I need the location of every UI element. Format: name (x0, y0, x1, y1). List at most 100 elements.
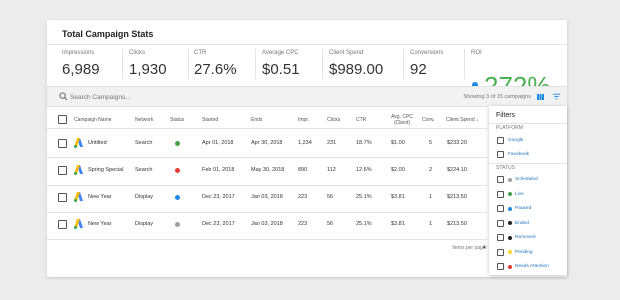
stat-divider (403, 49, 404, 79)
filter-checkbox[interactable] (497, 151, 504, 158)
col-header-campaign-name[interactable]: Campaign Name (74, 117, 112, 123)
row-checkbox[interactable] (58, 220, 67, 229)
status-dot (508, 206, 512, 211)
avg-cpc: $3.81 (391, 194, 405, 200)
filter-checkbox[interactable] (497, 248, 504, 256)
table-row[interactable]: New Year Display Dec 23, 2017 Jan 03, 20… (47, 211, 487, 238)
filter-label: Paused (515, 206, 532, 211)
col-header-conversions[interactable]: Conv. (422, 117, 435, 123)
stat-value: 92 (410, 61, 427, 78)
platform-section-label: PLATFORM (496, 125, 523, 131)
filter-label: Google (508, 138, 524, 143)
clicks: 112 (327, 167, 336, 173)
col-header-started[interactable]: Started (202, 117, 218, 123)
table-toolbar: Showing 3 of 15 campaigns (47, 86, 567, 107)
col-header-client-spend[interactable]: Client Spend ↓ (446, 117, 479, 123)
col-header-clicks[interactable]: Clicks (327, 117, 340, 123)
impressions: 1,234 (298, 140, 312, 146)
roi-label: ROI (471, 50, 482, 56)
conversions: 2 (429, 167, 433, 173)
items-per-page-label: Items per page: (452, 245, 487, 251)
end-date: May 30, 2018 (251, 167, 285, 173)
col-header-network[interactable]: Network (135, 117, 153, 123)
stat-impressions: Impressions 6,989 (62, 50, 100, 78)
showing-count: Showing 3 of 15 campaigns (463, 94, 531, 100)
ctr: 25.1% (356, 221, 372, 227)
ctr: 12.6% (356, 167, 372, 173)
status-dot (508, 221, 512, 225)
search-icon (59, 92, 68, 101)
status-dot (508, 235, 512, 240)
table-row[interactable]: New Year Display Dec 23, 2017 Jan 03, 20… (47, 184, 487, 211)
filter-label: Scheduled (515, 177, 538, 182)
stat-value: 6,989 (62, 61, 100, 78)
columns-icon[interactable] (537, 94, 544, 100)
started-date: Dec 23, 2017 (202, 221, 235, 227)
avg-cpc: $1.00 (391, 140, 405, 146)
google-ads-icon (74, 138, 83, 148)
filter-label: Ended (515, 220, 529, 226)
filter-checkbox[interactable] (497, 137, 504, 144)
status-dot (508, 177, 512, 182)
col-header-status[interactable]: Status (170, 117, 184, 123)
filter-label: Facebook (508, 152, 530, 157)
divider (489, 163, 567, 164)
filters-panel: Filters PLATFORM Google Facebook STATUS … (489, 106, 567, 275)
filter-checkbox[interactable] (497, 205, 504, 212)
divider (47, 239, 487, 240)
search-input[interactable] (70, 91, 230, 103)
filters-title: Filters (496, 112, 516, 119)
end-date: Apr 30, 2018 (251, 140, 283, 146)
stat-divider (464, 49, 465, 79)
row-checkbox[interactable] (58, 193, 67, 202)
status-dot (175, 222, 180, 227)
filter-checkbox[interactable] (497, 219, 504, 227)
table-row[interactable]: Spring Special Search Feb 01, 2018 May 3… (47, 157, 487, 184)
clicks: 56 (327, 221, 334, 227)
stat-conversions: Conversions 92 (410, 50, 443, 78)
filter-checkbox[interactable] (497, 263, 504, 270)
conversions: 5 (429, 140, 433, 146)
filter-checkbox[interactable] (497, 176, 504, 183)
conversions: 1 (429, 194, 433, 200)
stat-value: 27.6% (194, 61, 237, 78)
end-date: Jan 03, 2018 (251, 221, 283, 227)
filter-checkbox[interactable] (497, 234, 504, 241)
filter-label: Live (515, 191, 524, 197)
stat-divider (122, 49, 123, 79)
google-ads-icon (74, 165, 83, 175)
conversions: 1 (429, 221, 433, 227)
campaign-name[interactable]: New Year (88, 221, 112, 227)
ctr: 18.7% (356, 140, 372, 146)
avg-cpc: $3.81 (391, 221, 405, 227)
filter-checkbox[interactable] (497, 190, 504, 198)
select-all-checkbox[interactable] (58, 115, 67, 124)
row-checkbox[interactable] (58, 166, 67, 175)
started-date: Feb 01, 2018 (202, 167, 235, 173)
stat-value: $0.51 (262, 61, 300, 78)
row-checkbox[interactable] (58, 139, 67, 148)
table-row[interactable]: Untitled Search Apr 01, 2018 Apr 30, 201… (47, 130, 487, 157)
stat-label: Conversions (410, 50, 444, 56)
filter-icon[interactable] (552, 92, 561, 101)
stat-label: Client Spend (329, 50, 364, 56)
campaign-name[interactable]: Spring Special (88, 167, 123, 173)
col-header-impressions[interactable]: Impr. (298, 117, 309, 123)
client-spend: $213.50 (447, 194, 467, 200)
col-header-ends[interactable]: Ends (251, 117, 262, 123)
stat-divider (188, 49, 189, 79)
campaign-name[interactable]: New Year (88, 194, 112, 200)
clicks: 56 (327, 194, 334, 200)
col-header-avg-cpc[interactable]: Avg. CPC (Client) (387, 114, 417, 126)
network: Display (135, 221, 154, 227)
stat-label: Impressions (62, 50, 95, 56)
network: Display (135, 194, 154, 200)
client-spend: $224.10 (447, 167, 467, 173)
campaign-name[interactable]: Untitled (88, 140, 107, 146)
impressions: 223 (298, 221, 308, 227)
divider (489, 123, 567, 124)
items-per-page-select[interactable]: 4 (483, 245, 486, 251)
col-header-ctr[interactable]: CTR (356, 117, 366, 123)
stat-divider (255, 49, 256, 79)
ctr: 25.1% (356, 194, 372, 200)
